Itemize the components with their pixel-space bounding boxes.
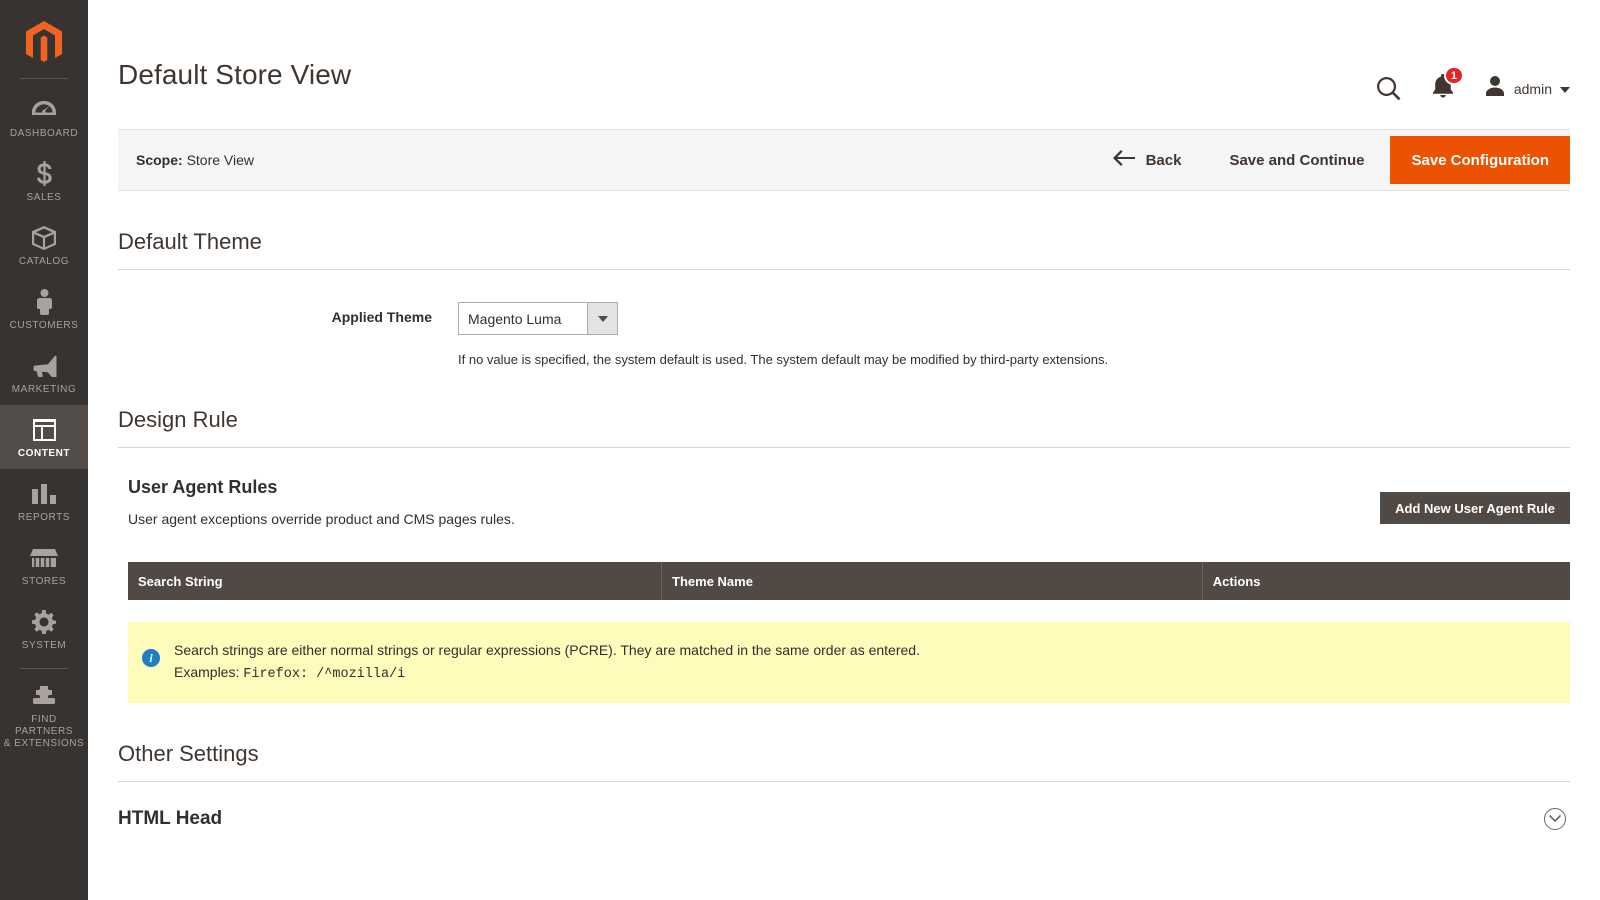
html-head-label: HTML Head: [118, 808, 223, 829]
sidebar-item-label: Marketing: [11, 384, 77, 395]
storefront-icon: [30, 543, 58, 573]
admin-app: Dashboard Sales Catalog Customers: [0, 0, 1600, 900]
sidebar-item-reports[interactable]: Reports: [0, 469, 88, 533]
sidebar-item-label: Reports: [17, 512, 70, 523]
sidebar-item-customers[interactable]: Customers: [0, 277, 88, 341]
person-icon: [36, 287, 53, 317]
magento-logo[interactable]: [0, 12, 88, 74]
sidebar-item-system[interactable]: System: [0, 597, 88, 661]
megaphone-icon: [30, 351, 58, 381]
sidebar-item-label: Customers: [9, 320, 79, 331]
user-agent-rules-block: User Agent Rules User agent exceptions o…: [118, 448, 1570, 703]
sidebar-item-marketing[interactable]: Marketing: [0, 341, 88, 405]
default-theme-title: Default Theme: [118, 229, 262, 254]
other-settings-title: Other Settings: [118, 741, 259, 766]
sidebar-item-label: Stores: [21, 576, 67, 587]
sidebar-item-label: Catalog: [18, 256, 70, 267]
config-body: Default Theme Applied Theme Magento Luma…: [88, 191, 1600, 830]
sidebar-item-label-line1: FIND PARTNERS: [15, 714, 73, 737]
add-new-user-agent-rule-button[interactable]: Add New User Agent Rule: [1380, 492, 1570, 524]
scope-label: Scope:: [136, 152, 183, 168]
chevron-down-icon: [1560, 86, 1570, 93]
info-examples-label: Examples:: [174, 664, 240, 680]
header-tools: 1 admin: [1376, 58, 1570, 103]
admin-username: admin: [1513, 80, 1552, 97]
sidebar-item-catalog[interactable]: Catalog: [0, 213, 88, 277]
page-title: Default Store View: [118, 59, 352, 90]
other-settings-section: Other Settings HTML Head: [118, 703, 1570, 830]
user-agent-rules-title: User Agent Rules: [128, 477, 278, 497]
back-button-label: Back: [1145, 151, 1182, 169]
arrow-left-icon: [1112, 150, 1135, 170]
search-string-info-message: i Search strings are either normal strin…: [128, 622, 1570, 703]
sidebar-item-find-partners[interactable]: FIND PARTNERS & EXTENSIONS: [0, 671, 88, 759]
sidebar-item-dashboard[interactable]: Dashboard: [0, 85, 88, 149]
column-header-theme-name: Theme Name: [661, 562, 1203, 600]
info-icon: i: [142, 649, 160, 667]
sidebar-item-label: System: [21, 640, 67, 651]
save-and-continue-button[interactable]: Save and Continue: [1203, 152, 1390, 169]
save-configuration-button[interactable]: Save Configuration: [1390, 136, 1570, 184]
design-rule-section: Design Rule User Agent Rules User agent …: [118, 369, 1570, 703]
applied-theme-note: If no value is specified, the system def…: [458, 352, 1109, 367]
info-message-line2: Examples: Firefox: /^mozilla/i: [174, 661, 920, 686]
applied-theme-field-row: Applied Theme Magento Luma If no value i…: [118, 270, 1570, 369]
magento-logo-icon: [26, 21, 62, 62]
box-icon: [31, 223, 57, 253]
column-header-search-string: Search String: [128, 562, 663, 600]
dollar-icon: [36, 159, 52, 189]
chevron-down-icon[interactable]: [587, 303, 617, 334]
admin-menu[interactable]: admin: [1484, 75, 1570, 102]
sidebar-item-content[interactable]: Content: [0, 405, 88, 469]
scope-value: Store View: [186, 152, 255, 168]
html-head-collapsible-header[interactable]: HTML Head: [118, 782, 1570, 830]
design-rule-title: Design Rule: [118, 407, 238, 432]
applied-theme-control: Magento Luma If no value is specified, t…: [458, 302, 1108, 369]
puzzle-icon: [31, 681, 57, 711]
sidebar-item-sales[interactable]: Sales: [0, 149, 88, 213]
applied-theme-select[interactable]: Magento Luma: [458, 302, 618, 335]
column-header-actions: Actions: [1202, 562, 1570, 600]
back-button[interactable]: Back: [1091, 150, 1204, 170]
page-action-buttons: Back Save and Continue Save Configuratio…: [1091, 129, 1570, 191]
sidebar-item-label-line2: & EXTENSIONS: [3, 738, 85, 749]
applied-theme-selected-value: Magento Luma: [468, 310, 562, 327]
chevron-down-circle-icon[interactable]: [1544, 808, 1566, 830]
sidebar-divider-top: [20, 78, 68, 79]
dashboard-icon: [31, 95, 57, 125]
layout-icon: [32, 415, 57, 445]
bar-chart-icon: [31, 479, 57, 509]
table-header-row: Search String Theme Name Actions: [128, 562, 1570, 600]
sidebar-item-label: Content: [17, 448, 71, 459]
user-agent-rules-text: User Agent Rules User agent exceptions o…: [128, 476, 515, 528]
page-header: Default Store View 1 admin: [88, 0, 1600, 103]
info-message-text: Search strings are either normal strings…: [174, 639, 920, 686]
user-agent-rules-description: User agent exceptions override product a…: [128, 511, 515, 527]
info-example-code: Firefox: /^mozilla/i: [243, 667, 406, 682]
page-actions-bar: Scope: Store View Back Save and Continue…: [118, 129, 1570, 191]
user-agent-rules-header: User Agent Rules User agent exceptions o…: [128, 476, 1570, 528]
notifications-button[interactable]: 1: [1432, 66, 1464, 103]
main-content-area: Default Store View 1 admin Scope: Store …: [88, 0, 1600, 900]
applied-theme-label: Applied Theme: [331, 309, 432, 325]
default-theme-section: Default Theme Applied Theme Magento Luma…: [118, 191, 1570, 369]
user-avatar-icon: [1484, 75, 1506, 102]
notification-count-badge: 1: [1443, 66, 1464, 85]
search-icon[interactable]: [1376, 76, 1402, 102]
sidebar-item-stores[interactable]: Stores: [0, 533, 88, 597]
sidebar-item-label: Dashboard: [9, 128, 79, 139]
user-agent-rules-table: Search String Theme Name Actions: [128, 562, 1570, 600]
main-sidebar: Dashboard Sales Catalog Customers: [0, 0, 88, 900]
gear-icon: [31, 607, 57, 637]
scope-indicator: Scope: Store View: [136, 152, 254, 168]
sidebar-divider-bottom: [20, 668, 68, 669]
sidebar-item-label: Sales: [26, 192, 62, 203]
info-message-line1: Search strings are either normal strings…: [174, 642, 920, 658]
